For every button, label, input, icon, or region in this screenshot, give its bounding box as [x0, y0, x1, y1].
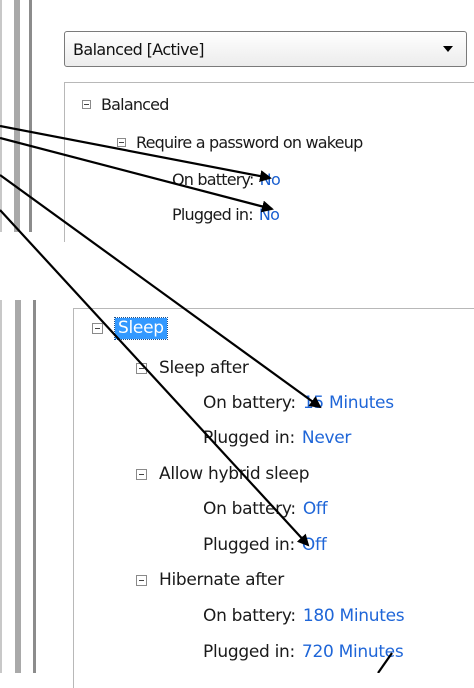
annotation-arrows: [0, 124, 393, 673]
annotation-arrow: [0, 209, 310, 547]
annotation-arrow: [0, 174, 322, 409]
annotation-arrow: [0, 124, 272, 183]
annotation-arrow: [0, 136, 274, 213]
annotation-arrow: [377, 652, 393, 673]
